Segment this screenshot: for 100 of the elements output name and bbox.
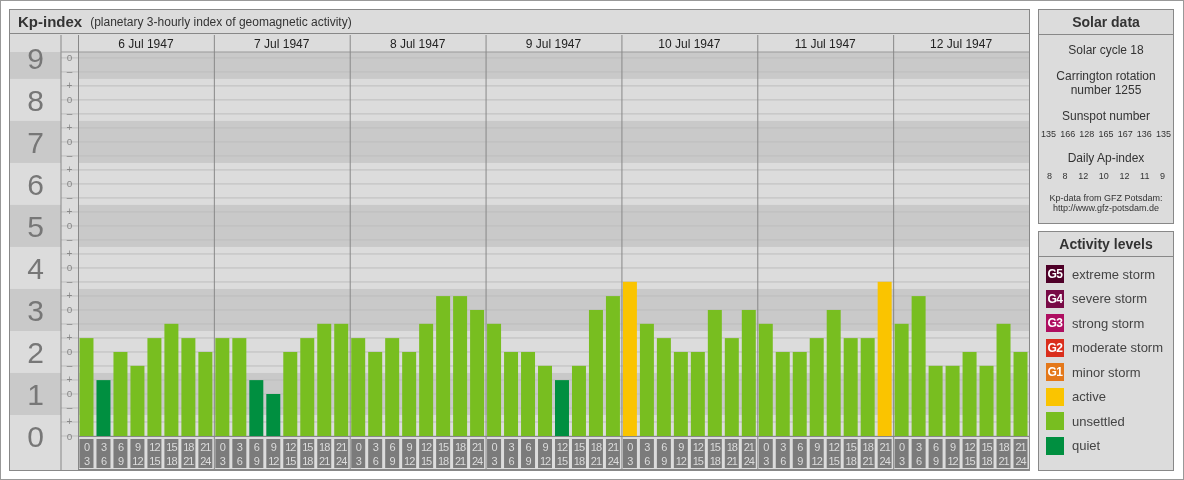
sunspot-value: 165 [1098,129,1114,139]
time-slot-label: 0 3 [351,439,366,468]
level-badge: G5 [1046,265,1064,284]
time-slot-label: 21 24 [877,439,892,468]
y-axis-label: 0 [27,420,44,453]
time-slot-label: 15 18 [436,439,451,468]
ap-value: 12 [1078,171,1089,181]
ap-value: 8 [1047,171,1052,181]
axis-band [10,204,61,247]
sunspot-value: 135 [1155,129,1171,139]
fraction-mark: – [66,108,73,120]
date-label: 7 Jul 1947 [254,37,310,51]
x-tick-label: 6 9 [117,441,124,467]
y-axis-label: 8 [27,83,44,117]
x-tick-label: 6 9 [253,441,260,467]
legend-label: quiet [1072,438,1101,454]
ap-value: 9 [1160,171,1165,181]
time-slot-label: 0 3 [79,439,94,468]
time-slot-label: 12 15 [826,439,841,468]
time-slot-label: 21 24 [198,439,213,468]
fraction-mark: o [66,346,73,358]
time-slot-label: 18 21 [996,439,1011,468]
y-axis-label: 1 [27,378,44,411]
x-tick-label: 3 6 [508,441,515,467]
fraction-mark: o [66,136,73,148]
time-slot-label: 15 18 [979,439,994,468]
time-slot-label: 15 18 [843,439,858,468]
legend-label: strong storm [1072,315,1145,331]
sunspot-value: 136 [1136,129,1152,139]
chart-subtitle: (planetary 3-hourly index of geomagnetic activity) [90,14,352,29]
fraction-mark: o [66,388,73,400]
ap-value: 12 [1119,171,1130,181]
fraction-mark: – [66,192,73,204]
axis-band [10,120,61,163]
date-label: 11 Jul 1947 [794,37,856,51]
x-tick-label: 3 6 [236,441,243,467]
x-tick-label: 3 6 [372,441,379,467]
time-slot-label: 15 18 [164,439,179,468]
source-note: Kp-data from GFZ Potsdam: [1049,193,1163,203]
time-slot-label: 0 3 [758,439,773,468]
time-slot-label: 12 15 [555,439,569,468]
x-tick-label: 0 3 [83,441,90,467]
x-tick-label: 3 6 [916,441,923,467]
time-slot-label: 6 9 [249,439,264,468]
time-slot-label: 3 6 [504,439,519,468]
fraction-mark: – [66,318,73,330]
fraction-mark: + [66,374,73,386]
time-slot-label: 3 6 [911,439,926,468]
fraction-mark: o [66,304,73,316]
time-slot-label: 21 24 [605,439,620,468]
axis-band [10,373,61,415]
time-slot-label: 3 6 [775,439,790,468]
time-slot-label: 9 12 [402,439,417,468]
date-label: 9 Jul 1947 [525,37,582,51]
chart-title: Kp-index [18,13,83,30]
fraction-mark: o [66,94,73,106]
y-axis-label: 4 [27,251,44,285]
x-tick-label: 6 9 [525,441,532,467]
x-tick-label: 6 9 [797,441,804,467]
fraction-mark: o [66,262,73,274]
legend-label: active [1072,389,1106,405]
y-axis-label: 6 [27,167,44,201]
level-badge: G3 [1046,314,1064,333]
panel-title: Activity levels [1039,232,1173,257]
time-slot-label: 15 18 [300,439,315,468]
time-slot-label: 21 24 [470,439,485,468]
date-label: 6 Jul 1947 [118,37,174,51]
time-slot-label: 12 15 [419,439,434,468]
fraction-mark: + [66,80,73,92]
y-axis-label: 3 [27,293,44,327]
x-tick-label: 0 3 [899,441,906,467]
time-slot-label: 18 21 [181,439,196,468]
fraction-mark: – [66,402,73,414]
x-tick-label: 0 3 [491,441,498,467]
time-slot-label: 18 21 [860,439,875,468]
time-slot-label: 12 15 [690,439,705,468]
time-slot-label: 0 3 [215,439,230,468]
legend-label: moderate storm [1072,340,1164,356]
fraction-mark: – [66,234,73,246]
sunspot-value: 128 [1079,129,1095,139]
date-label: 10 Jul 1947 [658,37,721,51]
fraction-mark: – [66,360,73,372]
time-slot-label: 9 12 [538,439,552,468]
x-tick-label: 0 3 [763,441,770,467]
time-slot-label: 9 12 [673,439,688,468]
axis-band [10,288,61,331]
level-badge: G4 [1046,289,1064,308]
x-tick-label: 6 9 [389,441,396,467]
source-link[interactable]: http://www.gfz-potsdam.de [1052,203,1159,213]
x-tick-label: 0 3 [355,441,362,467]
time-slot-label: 3 6 [639,439,654,468]
fraction-mark: – [66,150,73,162]
fraction-mark: o [66,430,73,442]
x-tick-label: 6 9 [661,441,668,467]
y-axis-label: 2 [27,335,44,369]
x-tick-label: 3 6 [644,441,651,467]
time-slot-label: 3 6 [96,439,111,468]
time-slot-label: 18 21 [453,439,468,468]
time-slot-label: 6 9 [385,439,400,468]
y-axis-label: 5 [27,209,44,243]
